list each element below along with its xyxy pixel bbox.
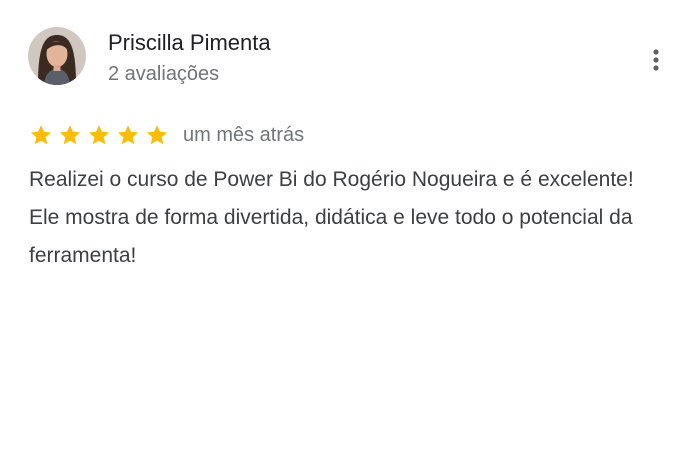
star-icon xyxy=(116,123,140,147)
star-rating xyxy=(29,123,174,147)
star-icon xyxy=(87,123,111,147)
review-date: um mês atrás xyxy=(183,124,305,146)
star-icon xyxy=(29,123,53,147)
rating-row: um mês atrás xyxy=(29,121,304,149)
author-name[interactable]: Priscilla Pimenta xyxy=(108,30,271,56)
more-options-button[interactable] xyxy=(640,44,672,76)
avatar[interactable] xyxy=(28,27,86,85)
review-text: Realizei o curso de Power Bi do Rogério … xyxy=(29,168,634,267)
review-card: Priscilla Pimenta 2 avaliações um mês at… xyxy=(0,0,674,451)
profile-photo-icon xyxy=(28,27,86,85)
star-icon xyxy=(58,123,82,147)
more-vert-icon xyxy=(653,49,659,71)
star-icon xyxy=(145,123,169,147)
author-review-count: 2 avaliações xyxy=(108,63,220,85)
